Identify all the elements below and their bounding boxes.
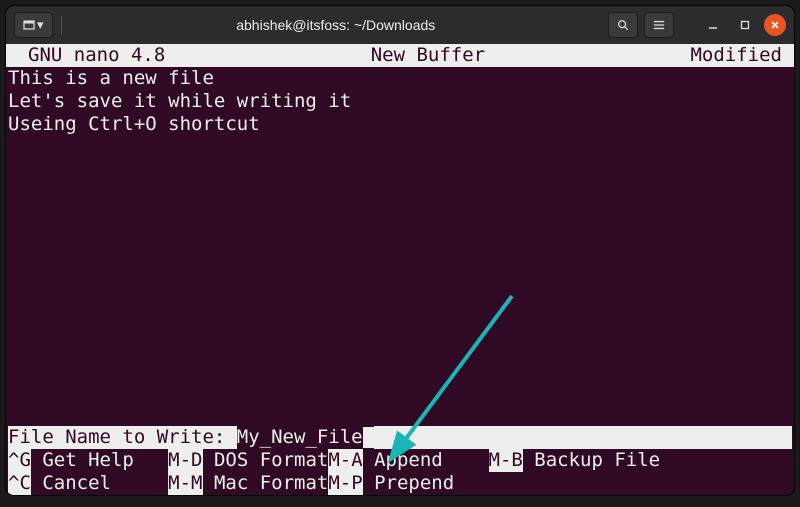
search-icon <box>617 18 629 32</box>
nano-status: Modified <box>690 44 792 67</box>
shortcut-key[interactable]: M-A <box>328 449 362 472</box>
minimize-button[interactable] <box>700 12 726 38</box>
terminal-window: ▾ abhishek@itsfoss: ~/Downloads GNU nano… <box>6 6 794 495</box>
shortcut-label: Cancel <box>31 472 168 495</box>
content-line: This is a new file <box>8 67 792 90</box>
editor-content: This is a new file Let's save it while w… <box>6 67 794 136</box>
prompt-label: File Name to Write: <box>8 426 237 449</box>
shortcut-label: DOS Format <box>203 449 329 472</box>
terminal-body[interactable]: GNU nano 4.8 New Buffer Modified This is… <box>6 44 794 495</box>
shortcut-key[interactable]: ^G <box>8 449 31 472</box>
filename-input[interactable]: My_New_File <box>237 426 363 449</box>
shortcut-key[interactable]: M-D <box>168 449 202 472</box>
hamburger-icon <box>653 19 665 31</box>
nano-app-name: GNU nano 4.8 <box>8 44 165 67</box>
shortcut-key[interactable]: M-B <box>489 449 523 472</box>
minimize-icon <box>708 20 718 30</box>
text-cursor <box>363 427 374 448</box>
shortcut-row: ^C Cancel M-M Mac Format M-P Prepend <box>8 472 792 495</box>
maximize-icon <box>740 20 750 30</box>
divider <box>61 16 62 34</box>
close-icon <box>770 20 780 30</box>
search-button[interactable] <box>608 12 638 38</box>
nano-header: GNU nano 4.8 New Buffer Modified <box>6 44 794 67</box>
shortcut-key[interactable]: ^C <box>8 472 31 495</box>
titlebar: ▾ abhishek@itsfoss: ~/Downloads <box>6 6 794 44</box>
shortcut-label: Backup File <box>523 449 660 472</box>
content-line: Useing Ctrl+O shortcut <box>8 113 792 136</box>
tab-icon <box>23 19 35 31</box>
menu-button[interactable] <box>644 12 674 38</box>
shortcut-label: Mac Format <box>203 472 329 495</box>
nano-buffer-name: New Buffer <box>165 44 690 67</box>
maximize-button[interactable] <box>732 12 758 38</box>
shortcut-key[interactable]: M-P <box>328 472 362 495</box>
shortcut-row: ^G Get Help M-D DOS Format M-A Append M-… <box>8 449 792 472</box>
shortcut-label: Prepend <box>363 472 455 495</box>
new-tab-button[interactable]: ▾ <box>14 12 53 38</box>
shortcut-label: Get Help <box>31 449 168 472</box>
prompt-fill <box>374 426 792 449</box>
shortcut-label: Append <box>363 449 489 472</box>
shortcut-bar: ^G Get Help M-D DOS Format M-A Append M-… <box>8 449 792 495</box>
save-prompt[interactable]: File Name to Write: My_New_File <box>8 426 792 449</box>
content-line: Let's save it while writing it <box>8 90 792 113</box>
shortcut-key[interactable]: M-M <box>168 472 202 495</box>
window-title: abhishek@itsfoss: ~/Downloads <box>70 17 602 33</box>
close-button[interactable] <box>764 14 786 36</box>
